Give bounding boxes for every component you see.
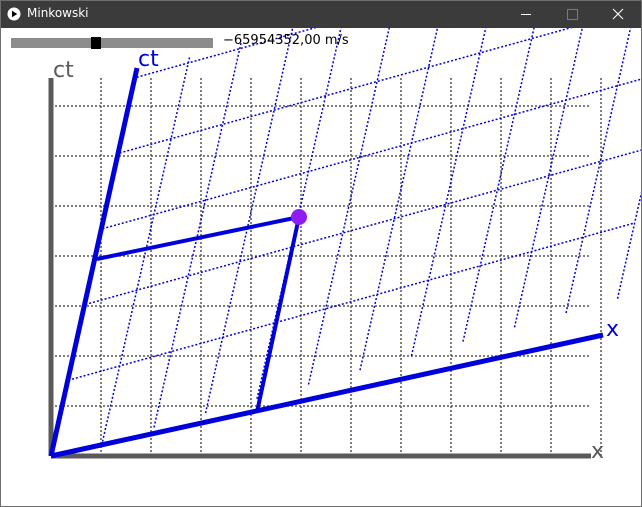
minkowski-diagram[interactable]: ct x ct x [1,28,641,506]
projection-to-moving-space-axis [255,216,301,413]
event-point[interactable] [291,209,307,225]
velocity-slider[interactable] [11,37,213,49]
moving-frame-grid [67,28,641,442]
window-title: Minkowski [27,6,89,20]
maximize-button[interactable] [549,1,595,28]
projection-to-moving-time-axis [96,215,300,261]
title-bar[interactable]: Minkowski [1,1,641,28]
close-button[interactable] [595,1,641,28]
moving-grid-line-time [153,40,243,428]
moving-space-axis-label: x [606,317,619,342]
velocity-slider-handle[interactable] [90,37,101,49]
moving-frame-axes [48,67,604,459]
moving-grid-line-space [102,78,641,230]
moving-grid-line-time [616,191,641,299]
maximize-icon [567,9,578,20]
velocity-readout: −65954352,00 m/s [223,33,349,48]
moving-time-axis [48,67,140,457]
moving-grid-line-time [359,28,439,371]
rest-space-axis-label: x [591,439,604,464]
moving-grid-line-time [565,28,632,314]
app-window: Minkowski ct x ct x −65954352,00 m/s [0,0,642,507]
moving-space-axis [50,332,604,459]
rest-frame-grid [51,78,602,456]
close-icon [612,8,624,20]
moving-grid-line-time [513,28,584,328]
rest-time-axis-label: ct [53,58,74,83]
minimize-icon [521,14,531,15]
moving-grid-line-time [462,28,535,342]
moving-grid-line-space [85,149,641,306]
minimize-button[interactable] [503,1,549,28]
event-projection-lines [96,215,301,413]
play-circle-icon [7,7,21,21]
velocity-toolbar: −65954352,00 m/s [1,28,641,54]
